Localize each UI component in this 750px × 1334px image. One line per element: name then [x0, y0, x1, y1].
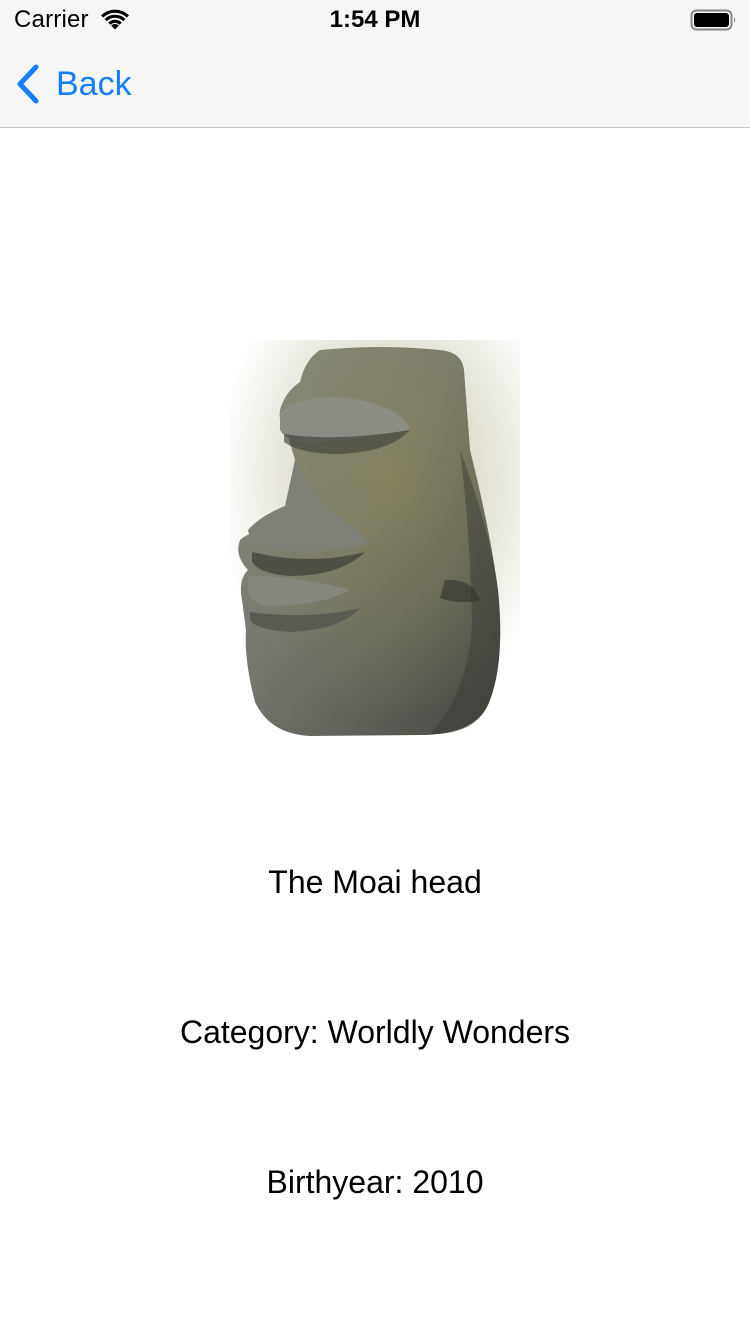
back-button[interactable]: Back	[14, 58, 132, 110]
back-button-label: Back	[56, 64, 132, 103]
item-birthyear: Birthyear: 2010	[266, 1164, 484, 1200]
item-category: Category: Worldly Wonders	[179, 1014, 571, 1050]
screen: Carrier 1:54 PM Back The Moai head Categ…	[0, 0, 750, 1334]
status-bar: Carrier 1:54 PM	[0, 0, 750, 40]
battery-icon	[690, 9, 736, 31]
status-time: 1:54 PM	[329, 6, 421, 33]
chevron-left-icon	[17, 64, 39, 104]
item-name: The Moai head	[268, 864, 482, 900]
navigation-bar: Back	[0, 40, 750, 128]
moai-head-image	[230, 340, 520, 740]
